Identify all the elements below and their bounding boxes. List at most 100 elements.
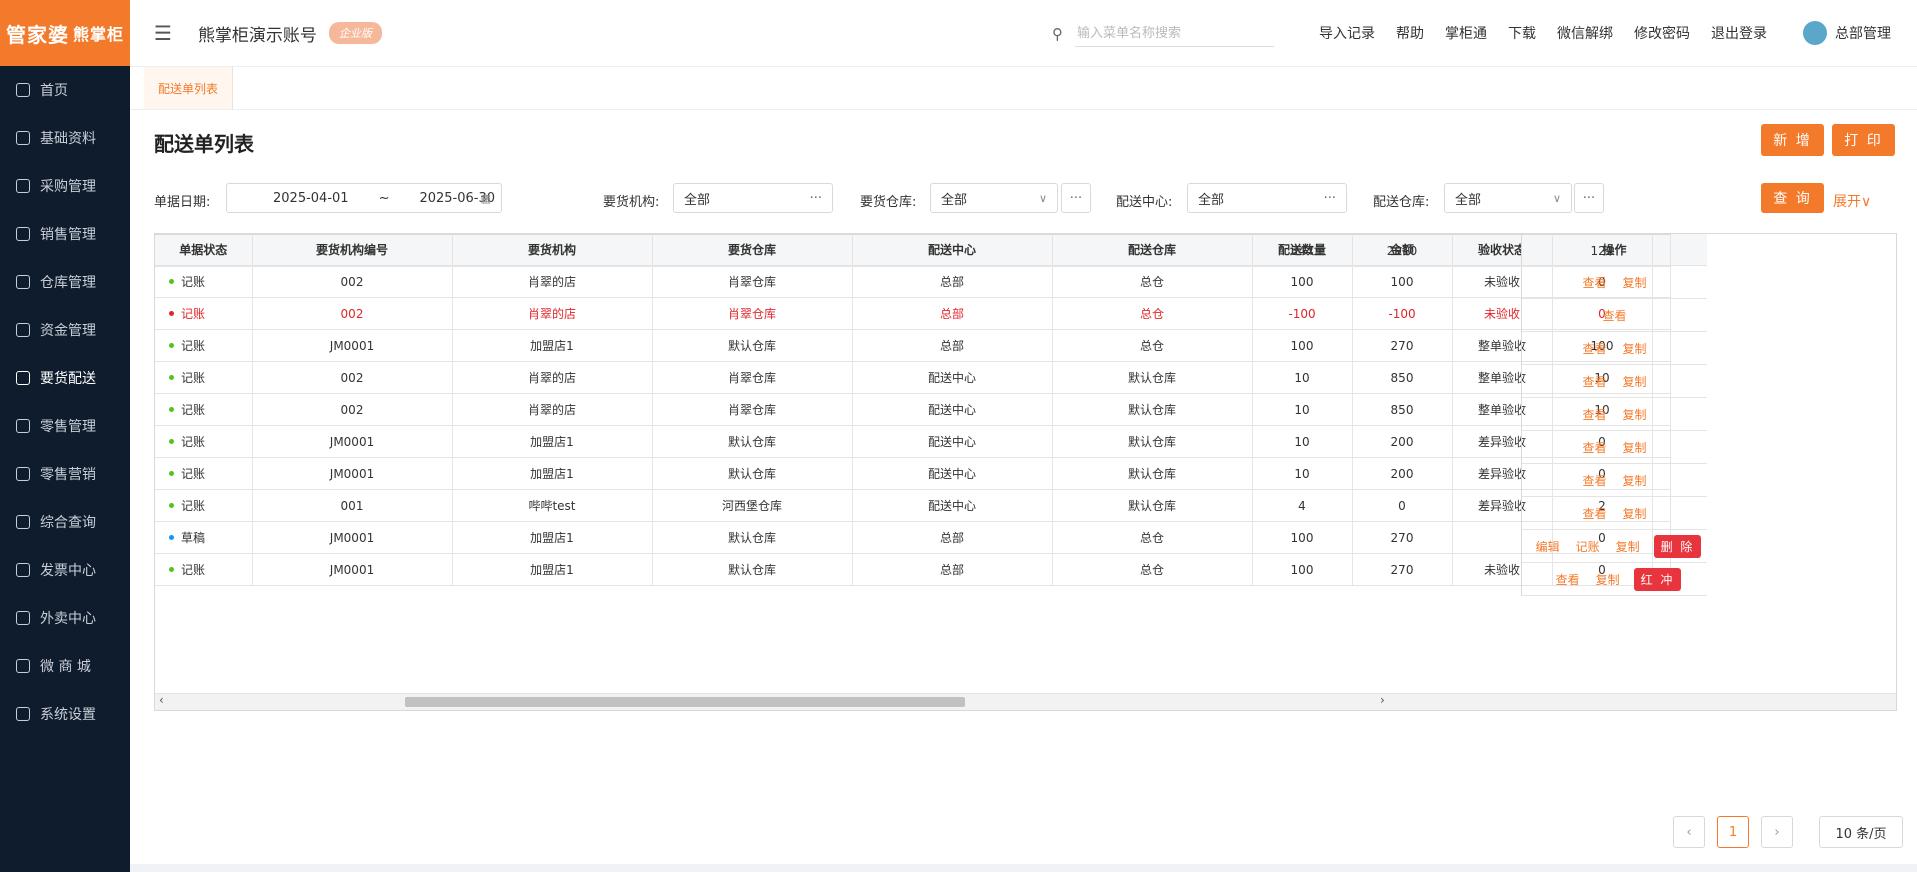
op-link[interactable]: 查看 [1602,307,1626,324]
user-name[interactable]: 总部管理 [1835,23,1891,43]
table-row[interactable]: 记账 002 肖翠的店 肖翠仓库 总部 总仓 100 100 未验收 0 [155,265,1671,298]
table-row[interactable]: 记账 002 肖翠的店 肖翠仓库 总部 总仓 -100 -100 未验收 0 [155,297,1671,330]
cell-center: 配送中心 [852,489,1053,522]
op-link[interactable]: 查看 [1582,439,1606,456]
date-label: 单据日期: [154,195,211,210]
sidebar-item-6[interactable]: 要货配送 [0,354,130,402]
sidebar-item-7[interactable]: 零售管理 [0,402,130,450]
header-link-2[interactable]: 掌柜通 [1445,23,1487,43]
table-row[interactable]: 记账 002 肖翠的店 肖翠仓库 配送中心 默认仓库 10 850 整单验收 10 [155,361,1671,394]
sidebar-item-1[interactable]: 基础资料 [0,114,130,162]
center-value: 全部 [1198,192,1225,208]
scroll-right-icon[interactable]: › [1380,693,1385,707]
cell-dwh: 默认仓库 [1052,361,1253,394]
wh-more-button[interactable]: ··· [1061,183,1091,213]
status-cell: 记账 [155,489,253,522]
org-value: 全部 [684,192,711,208]
header-link-6[interactable]: 退出登录 [1711,23,1767,43]
status-text: 记账 [181,403,206,417]
avatar[interactable] [1803,21,1827,45]
search-input[interactable] [1075,20,1274,47]
table-row[interactable]: 记账 JM0001 加盟店1 默认仓库 配送中心 默认仓库 10 200 差异验收 0 [155,425,1671,458]
cell-dwh: 总仓 [1052,521,1253,554]
scroll-left-icon[interactable]: ‹ [159,693,164,707]
op-link[interactable]: 记账 [1576,538,1600,555]
op-link[interactable]: 查看 [1582,406,1606,423]
cell-org: 加盟店1 [452,553,653,586]
sidebar-item-12[interactable]: 微 商 城 [0,642,130,690]
next-page-button[interactable]: › [1761,816,1793,848]
sidebar-item-9[interactable]: 综合查询 [0,498,130,546]
add-button[interactable]: 新 增 [1761,124,1824,156]
page-size-select[interactable]: 10 条/页 [1819,816,1903,848]
status-dot-icon [169,535,174,540]
sidebar-item-3[interactable]: 销售管理 [0,210,130,258]
sidebar-item-4[interactable]: 仓库管理 [0,258,130,306]
cell-amount: 0 [1352,489,1453,522]
header-link-3[interactable]: 下载 [1508,23,1536,43]
op-link[interactable]: 复制 [1596,571,1620,588]
header-link-5[interactable]: 修改密码 [1634,23,1690,43]
op-link[interactable]: 查看 [1582,472,1606,489]
op-danger-button[interactable]: 红 冲 [1633,567,1682,591]
date-range-picker[interactable]: 2025-04-01 ~ 2025-06-30 ▦ [226,183,502,213]
sidebar-item-label: 系统设置 [40,707,96,723]
center-select[interactable]: 全部 ··· [1187,183,1347,213]
cell-org: 哔哔test [452,489,653,522]
header-link-0[interactable]: 导入记录 [1319,23,1375,43]
op-link[interactable]: 查看 [1582,505,1606,522]
horizontal-scrollbar[interactable]: ‹ › [155,693,1896,710]
ops-cell: 查看 复制红 冲 [1522,563,1707,596]
dwh-more-button[interactable]: ··· [1574,183,1604,213]
op-link[interactable]: 查看 [1582,340,1606,357]
sidebar: 管家婆 熊掌柜 首页 基础资料 采购管理 销售管理 仓库管理 资金管理 要货配送 零售管理 零售营… [0,0,130,872]
sidebar-item-13[interactable]: 系统设置 [0,690,130,738]
cell-org: 加盟店1 [452,521,653,554]
sidebar-item-11[interactable]: 外卖中心 [0,594,130,642]
op-link[interactable]: 编辑 [1536,538,1560,555]
sidebar-item-8[interactable]: 零售营销 [0,450,130,498]
op-link[interactable]: 复制 [1623,505,1647,522]
table-row[interactable]: 记账 JM0001 加盟店1 默认仓库 总部 总仓 100 270 未验收 0 [155,553,1671,586]
menu-toggle-icon[interactable]: ☰ [154,21,172,45]
status-cell: 记账 [155,297,253,330]
op-link[interactable]: 复制 [1623,340,1647,357]
cell-dwh: 默认仓库 [1052,489,1253,522]
op-link[interactable]: 查看 [1556,571,1580,588]
header-link-1[interactable]: 帮助 [1396,23,1424,43]
op-danger-button[interactable]: 删 除 [1653,534,1702,558]
table-row[interactable]: 记账 JM0001 加盟店1 默认仓库 总部 总仓 100 270 整单验收 100 [155,329,1671,362]
cell-qty: -100 [1252,297,1353,330]
table-row[interactable]: 草稿 JM0001 加盟店1 默认仓库 总部 总仓 100 270 0 [155,521,1671,554]
wh-select[interactable]: 全部 ∨ [930,183,1058,213]
table-row[interactable]: 记账 001 哔哔test 河西堡仓库 配送中心 默认仓库 4 0 差异验收 2 [155,489,1671,522]
op-link[interactable]: 复制 [1623,439,1647,456]
sidebar-item-0[interactable]: 首页 [0,66,130,114]
cell-amount: 200 [1352,425,1453,458]
table-row[interactable]: 记账 JM0001 加盟店1 默认仓库 配送中心 默认仓库 10 200 差异验收 0 [155,457,1671,490]
org-select[interactable]: 全部 ··· [673,183,833,213]
op-link[interactable]: 查看 [1582,373,1606,390]
op-link[interactable]: 复制 [1623,274,1647,291]
sidebar-item-10[interactable]: 发票中心 [0,546,130,594]
header-link-4[interactable]: 微信解绑 [1557,23,1613,43]
scrollbar-thumb[interactable] [405,697,965,707]
cell-amount: -100 [1352,297,1453,330]
chart-icon [16,419,30,433]
query-button[interactable]: 查 询 [1761,183,1824,213]
op-link[interactable]: 查看 [1582,274,1606,291]
print-button[interactable]: 打 印 [1832,124,1895,156]
op-link[interactable]: 复制 [1616,538,1640,555]
cell-code: 001 [252,489,453,522]
expand-toggle[interactable]: 展开∨ [1833,191,1871,211]
op-link[interactable]: 复制 [1623,406,1647,423]
sidebar-item-2[interactable]: 采购管理 [0,162,130,210]
page-current[interactable]: 1 [1717,816,1749,848]
op-link[interactable]: 复制 [1623,472,1647,489]
tab-delivery-list[interactable]: 配送单列表 [144,67,234,109]
table-row[interactable]: 记账 002 肖翠的店 肖翠仓库 配送中心 默认仓库 10 850 整单验收 10 [155,393,1671,426]
dwh-select[interactable]: 全部 ∨ [1444,183,1572,213]
sidebar-item-5[interactable]: 资金管理 [0,306,130,354]
prev-page-button[interactable]: ‹ [1673,816,1705,848]
op-link[interactable]: 复制 [1623,373,1647,390]
